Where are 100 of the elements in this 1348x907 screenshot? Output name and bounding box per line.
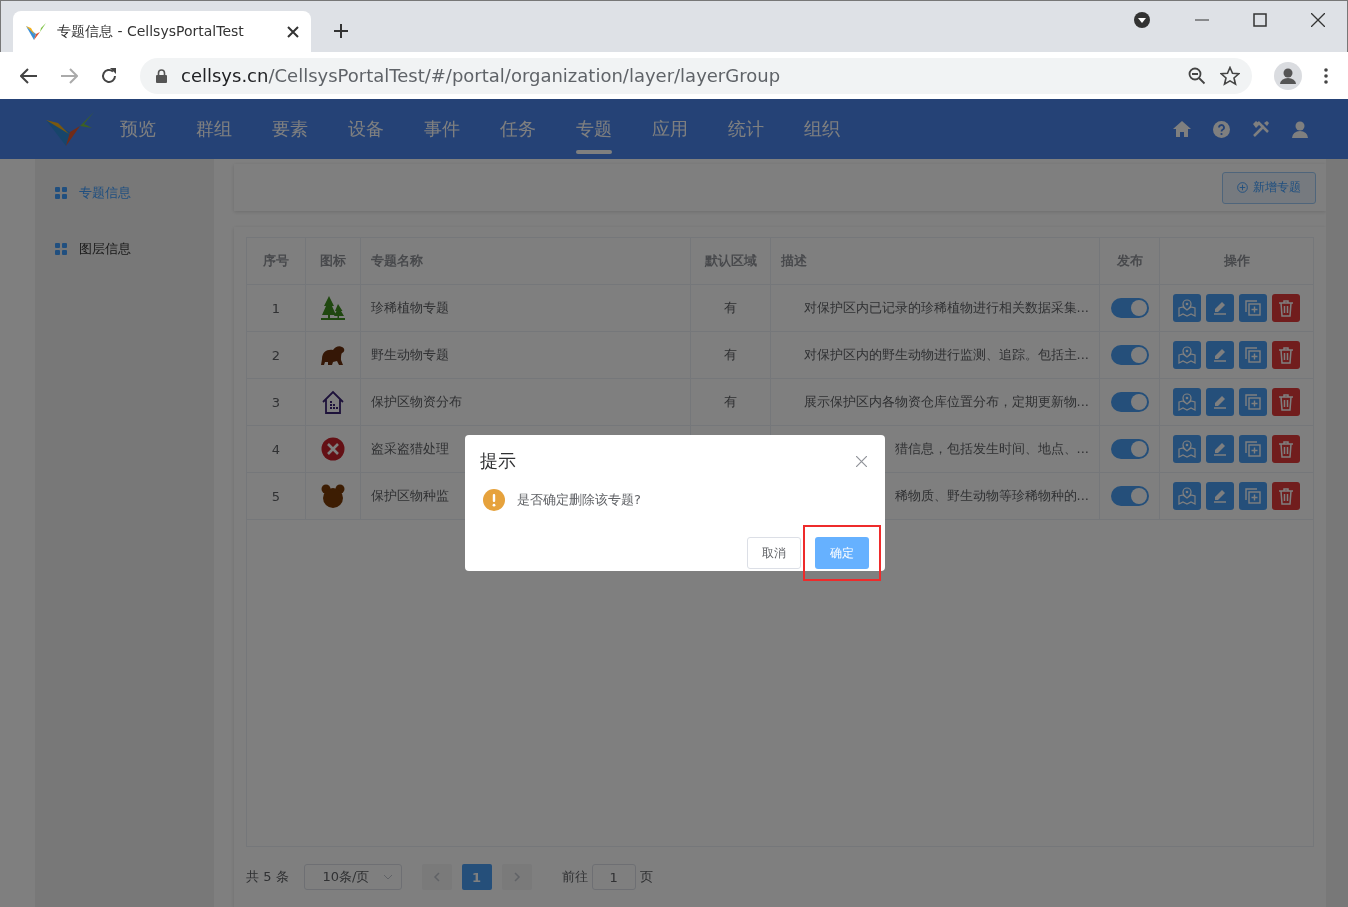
map-pin-icon	[1177, 298, 1197, 318]
map-pin-icon	[1177, 392, 1197, 412]
edit-button[interactable]	[1206, 435, 1234, 463]
nav-tab[interactable]: 设备	[348, 99, 424, 159]
page-number[interactable]: 1	[461, 864, 492, 890]
copy-button[interactable]	[1239, 435, 1267, 463]
forward-icon[interactable]	[60, 67, 78, 84]
edit-button[interactable]	[1206, 341, 1234, 369]
maximize-icon[interactable]	[1253, 12, 1267, 27]
map-pin-button[interactable]	[1173, 341, 1201, 369]
help-icon[interactable]	[1213, 120, 1230, 138]
publish-toggle[interactable]	[1110, 392, 1149, 412]
nav-tab[interactable]: 专题	[576, 99, 652, 159]
error-icon	[321, 437, 345, 461]
user-icon[interactable]	[1292, 120, 1308, 138]
table-cell: 有	[724, 347, 737, 362]
map-pin-button[interactable]	[1173, 435, 1201, 463]
table-cell: 盗采盗猎处理	[371, 441, 449, 456]
tree-icon	[321, 296, 345, 320]
profile-icon[interactable]	[1274, 61, 1302, 90]
delete-button[interactable]	[1272, 341, 1300, 369]
nav-tab[interactable]: 任务	[500, 99, 576, 159]
trash-icon	[1276, 298, 1296, 318]
add-topic-button[interactable]: 新增专题	[1222, 171, 1316, 204]
nav-tab[interactable]: 事件	[424, 99, 500, 159]
table-cell: 5	[271, 488, 281, 504]
browser-tab[interactable]: 专题信息 - CellsysPortalTest	[13, 11, 311, 53]
map-pin-button[interactable]	[1173, 388, 1201, 416]
sidebar-item[interactable]: 图层信息	[35, 235, 214, 263]
zoom-icon[interactable]	[1188, 66, 1206, 85]
table-cell: 对保护区内的野生动物进行监测、追踪。包括主...	[803, 347, 1089, 362]
edit-button[interactable]	[1206, 482, 1234, 510]
reload-icon[interactable]	[100, 66, 118, 85]
tools-icon[interactable]	[1252, 120, 1270, 138]
publish-toggle[interactable]	[1110, 439, 1149, 459]
close-icon[interactable]	[287, 25, 299, 38]
table-cell: 保护区物种监	[371, 488, 449, 503]
star-icon[interactable]	[1220, 65, 1240, 86]
sidebar-item[interactable]: 专题信息	[35, 179, 214, 207]
copy-icon	[1243, 439, 1263, 459]
home-icon[interactable]	[1173, 121, 1191, 137]
copy-icon	[1243, 298, 1263, 318]
bear-icon	[321, 484, 345, 508]
grid-icon	[55, 187, 67, 199]
table-cell: 对保护区内已记录的珍稀植物进行相关数据采集...	[803, 300, 1089, 315]
previous-page-button[interactable]	[421, 864, 452, 890]
cancel-button[interactable]: 取消	[747, 537, 801, 569]
table-cell: 2	[271, 347, 281, 363]
trash-icon	[1276, 486, 1296, 506]
back-icon[interactable]	[20, 67, 38, 84]
delete-button[interactable]	[1272, 482, 1300, 510]
edit-button[interactable]	[1206, 294, 1234, 322]
confirm-button[interactable]: 确定	[815, 537, 869, 569]
copy-icon	[1243, 345, 1263, 365]
page-size-select[interactable]: 10条/页	[303, 864, 402, 890]
map-pin-icon	[1177, 345, 1197, 365]
table-cell: 野生动物专题	[371, 347, 449, 362]
map-pin-button[interactable]	[1173, 294, 1201, 322]
warning-icon	[483, 489, 505, 511]
dropdown-icon[interactable]	[1133, 10, 1151, 29]
table-cell: 珍稀植物专题	[371, 300, 449, 315]
nav-tab[interactable]: 群组	[196, 99, 272, 159]
chevron-down-icon	[382, 874, 393, 880]
table-cell: 4	[271, 441, 281, 457]
copy-button[interactable]	[1239, 341, 1267, 369]
map-pin-icon	[1177, 439, 1197, 459]
map-pin-button[interactable]	[1173, 482, 1201, 510]
table-cell: 1	[271, 300, 281, 316]
table-cell: 猎信息，包括发生时间、地点、...	[894, 441, 1089, 456]
nav-tab[interactable]: 要素	[272, 99, 348, 159]
delete-button[interactable]	[1272, 388, 1300, 416]
edit-button[interactable]	[1206, 388, 1234, 416]
menu-icon[interactable]	[1324, 67, 1328, 84]
copy-button[interactable]	[1239, 294, 1267, 322]
copy-button[interactable]	[1239, 388, 1267, 416]
table-cell: 3	[271, 394, 281, 410]
nav-tab[interactable]: 预览	[120, 99, 196, 159]
table-cell: 展示保护区内各物资仓库位置分布，定期更新物...	[803, 394, 1089, 409]
lock-icon	[156, 68, 167, 83]
close-icon[interactable]	[1311, 12, 1325, 27]
delete-button[interactable]	[1272, 435, 1300, 463]
nav-tab[interactable]: 组织	[804, 99, 880, 159]
new-tab-icon[interactable]	[333, 23, 349, 40]
chevron-left-icon	[432, 872, 441, 882]
nav-tab[interactable]: 统计	[728, 99, 804, 159]
publish-toggle[interactable]	[1110, 486, 1149, 506]
tab-title: 专题信息 - CellsysPortalTest	[57, 22, 245, 41]
copy-icon	[1243, 486, 1263, 506]
url-text: cellsys.cn/CellsysPortalTest/#/portal/organization/layer/layerGroup	[181, 65, 781, 87]
goto-page-field[interactable]: 1	[591, 864, 636, 890]
next-page-button[interactable]	[501, 864, 532, 890]
publish-toggle[interactable]	[1110, 298, 1149, 318]
plus-circle-icon	[1237, 182, 1248, 193]
delete-button[interactable]	[1272, 294, 1300, 322]
table-cell: 稀物质、野生动物等珍稀物种的...	[894, 488, 1089, 503]
address-bar[interactable]: cellsys.cn/CellsysPortalTest/#/portal/organization/layer/layerGroup	[140, 57, 1252, 94]
nav-tab[interactable]: 应用	[652, 99, 728, 159]
publish-toggle[interactable]	[1110, 345, 1149, 365]
copy-button[interactable]	[1239, 482, 1267, 510]
map-pin-icon	[1177, 486, 1197, 506]
